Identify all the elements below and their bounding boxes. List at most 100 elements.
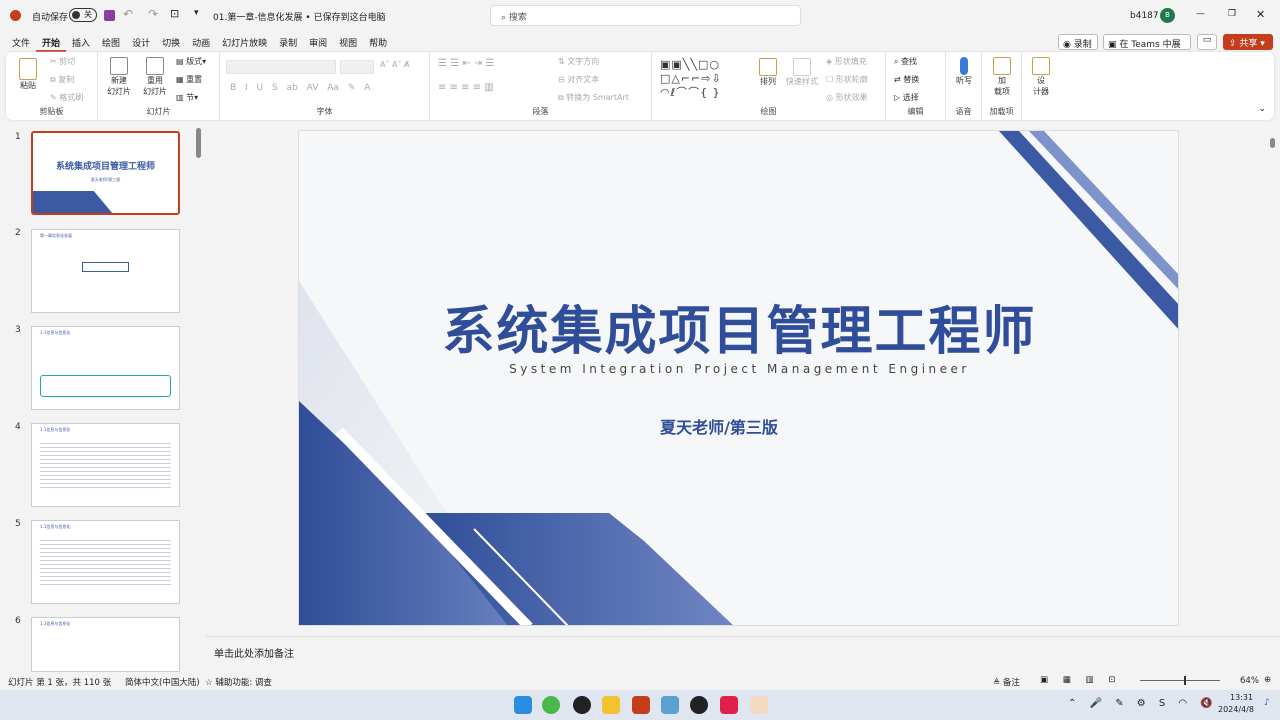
save-icon[interactable] bbox=[104, 10, 115, 21]
slide-thumbnail-2[interactable]: 第一章信息化发展 bbox=[31, 229, 180, 313]
share-button[interactable]: ⇪ 共享 ▾ bbox=[1223, 34, 1273, 50]
designer-button[interactable]: 设 计器 bbox=[1030, 57, 1052, 97]
slide-canvas[interactable]: 系统集成项目管理工程师 System Integration Project M… bbox=[298, 130, 1179, 626]
slide-title[interactable]: 系统集成项目管理工程师 bbox=[299, 289, 1178, 364]
arrange-button[interactable]: 排列 bbox=[756, 58, 780, 87]
file-explorer-icon[interactable] bbox=[602, 696, 620, 714]
powerpoint-icon[interactable] bbox=[632, 696, 650, 714]
obs-icon[interactable] bbox=[690, 696, 708, 714]
tab-view[interactable]: 视图 bbox=[333, 32, 363, 52]
notes-placeholder: 单击此处添加备注 bbox=[214, 649, 294, 660]
find-button[interactable]: ⌕ 查找 bbox=[894, 56, 917, 67]
notes-button[interactable]: ≜ 备注 bbox=[993, 676, 1020, 688]
autosave-toggle[interactable]: 关 bbox=[69, 8, 97, 22]
quick-styles-button[interactable]: 快速样式 bbox=[784, 58, 820, 87]
avatar[interactable]: B bbox=[1160, 8, 1175, 23]
copy-button[interactable]: ⧉ 复制 bbox=[50, 74, 74, 85]
thumbnail-scrollbar[interactable] bbox=[196, 128, 201, 158]
font-format-buttons[interactable]: B I U S ab AV Aa ✎ A bbox=[230, 83, 370, 93]
notes-pane[interactable]: 单击此处添加备注 bbox=[206, 636, 1280, 670]
tab-animations[interactable]: 动画 bbox=[186, 32, 216, 52]
tab-help[interactable]: 帮助 bbox=[363, 32, 393, 52]
app-v-icon[interactable] bbox=[750, 696, 768, 714]
present-in-teams-button[interactable]: ▣ 在 Teams 中展示 bbox=[1103, 34, 1191, 63]
undo-icon[interactable]: ↶ bbox=[123, 7, 133, 21]
comments-button[interactable]: ▭ bbox=[1197, 34, 1217, 50]
reset-button[interactable]: ▦ 重置 bbox=[176, 74, 202, 85]
tab-slideshow[interactable]: 幻灯片放映 bbox=[216, 32, 273, 52]
minimize-button[interactable]: — bbox=[1196, 9, 1205, 19]
align-text-button[interactable]: ⊟ 对齐文本 bbox=[558, 74, 599, 85]
tab-insert[interactable]: 插入 bbox=[66, 32, 96, 52]
autosave-label: 自动保存 bbox=[32, 13, 69, 23]
document-title[interactable]: 01.第一章-信息化发展 • 已保存到这台电脑 bbox=[213, 10, 386, 23]
redo-icon[interactable]: ↷ bbox=[148, 7, 158, 21]
font-size-select[interactable] bbox=[340, 60, 374, 74]
qq-icon[interactable] bbox=[573, 696, 591, 714]
start-icon[interactable] bbox=[514, 696, 532, 714]
zoom-slider[interactable] bbox=[1140, 676, 1220, 685]
shape-fill-button[interactable]: ◈ 形状填充 bbox=[826, 56, 867, 67]
select-button[interactable]: ▷ 选择 bbox=[894, 92, 919, 103]
restore-button[interactable]: ❐ bbox=[1228, 9, 1236, 19]
find-label: 查找 bbox=[901, 57, 918, 66]
slide-scrollbar[interactable] bbox=[1270, 130, 1276, 650]
font-size-buttons[interactable]: A˄ A˅ A̸ bbox=[380, 60, 410, 69]
addins-group-label: 加载项 bbox=[989, 107, 1014, 116]
accessibility-button[interactable]: ☆ 辅助功能: 调查 bbox=[205, 676, 272, 688]
font-name-select[interactable] bbox=[226, 60, 336, 74]
search-input[interactable]: ⌕ 搜索 bbox=[490, 5, 801, 26]
shapes-gallery[interactable]: ▣▣╲╲□○ □△⌐⌐⇨⇩ ◠ℓ⌒⌒{ } bbox=[660, 58, 748, 100]
fit-to-window-icon[interactable]: ⊕ bbox=[1264, 675, 1271, 685]
record-button[interactable]: ◉ 录制 bbox=[1058, 34, 1098, 50]
cut-button[interactable]: ✂ 剪切 bbox=[50, 56, 75, 67]
clock-date[interactable]: 2024/4/8 bbox=[1218, 705, 1254, 714]
layout-button[interactable]: ▤ 版式▾ bbox=[176, 56, 206, 67]
shape-outline-button[interactable]: ☐ 形状轮廓 bbox=[826, 74, 868, 85]
format-painter-button[interactable]: ✎ 格式刷 bbox=[50, 92, 83, 103]
slide-author[interactable]: 夏天老师/第三版 bbox=[299, 414, 1139, 438]
replace-button[interactable]: ⇄ 替换 bbox=[894, 74, 919, 85]
dictate-button[interactable]: 听写 bbox=[954, 57, 974, 86]
customize-qat-icon[interactable]: ▾ bbox=[194, 8, 199, 18]
tab-file[interactable]: 文件 bbox=[6, 32, 36, 52]
tab-review[interactable]: 审阅 bbox=[303, 32, 333, 52]
view-buttons[interactable]: ▣ ▦ ▥ ⊡ bbox=[1040, 675, 1115, 685]
smartart-button[interactable]: ⧉ 转换为 SmartArt bbox=[558, 92, 629, 103]
slide-thumbnail-6[interactable]: 1.1信息与信息化 bbox=[31, 617, 180, 672]
slide-thumbnail-3[interactable]: 1.1信息与信息化 bbox=[31, 326, 180, 410]
list-buttons[interactable]: ☰ ☰ ⇤ ⇥ ☰ bbox=[438, 58, 494, 69]
paragraph-group-label: 段落 bbox=[532, 107, 549, 116]
present-icon[interactable]: ⊡ bbox=[170, 7, 179, 20]
slide-thumbnail-4[interactable]: 1.1信息与信息化 bbox=[31, 423, 180, 507]
tab-transitions[interactable]: 切换 bbox=[156, 32, 186, 52]
text-direction-button[interactable]: ⇅ 文字方向 bbox=[558, 56, 599, 67]
app-icon[interactable] bbox=[661, 696, 679, 714]
addins-button[interactable]: 加 载项 bbox=[992, 57, 1012, 97]
tab-home[interactable]: 开始 bbox=[36, 32, 67, 52]
zoom-level[interactable]: 64% bbox=[1240, 676, 1259, 686]
tab-draw[interactable]: 绘图 bbox=[96, 32, 126, 52]
close-button[interactable]: ✕ bbox=[1256, 8, 1265, 21]
language-indicator[interactable]: 简体中文(中国大陆) bbox=[125, 676, 200, 688]
slide-subtitle[interactable]: System Integration Project Management En… bbox=[299, 362, 1178, 376]
reuse-slides-button[interactable]: 重用 幻灯片 bbox=[140, 57, 170, 97]
collapse-ribbon-icon[interactable]: ⌄ bbox=[1258, 104, 1266, 114]
slide-thumbnail-5[interactable]: 1.1信息与信息化 bbox=[31, 520, 180, 604]
notification-bell-icon[interactable]: ♪ bbox=[1264, 698, 1270, 708]
reset-label: 重置 bbox=[186, 75, 203, 84]
quick-styles-icon bbox=[793, 58, 811, 76]
search-icon: ⌕ bbox=[501, 13, 509, 23]
new-slide-button[interactable]: 新建 幻灯片 bbox=[104, 57, 134, 97]
paste-button[interactable]: 粘贴 bbox=[14, 58, 42, 91]
wechat-icon[interactable] bbox=[542, 696, 560, 714]
system-tray[interactable]: ⌃ 🎤 ✎ ⚙ S ◠ 🔇 bbox=[1068, 698, 1213, 709]
clock-time[interactable]: 13:31 bbox=[1230, 693, 1253, 702]
section-button[interactable]: ▥ 节▾ bbox=[176, 92, 198, 103]
alignment-buttons[interactable]: ≡ ≡ ≡ ≡ ▥ bbox=[438, 82, 494, 93]
shape-effects-button[interactable]: ◎ 形状效果 bbox=[826, 92, 868, 103]
tab-design[interactable]: 设计 bbox=[126, 32, 156, 52]
recorder-icon[interactable] bbox=[720, 696, 738, 714]
slide-thumbnail-1[interactable]: 系统集成项目管理工程师 夏天老师/第三版 bbox=[31, 131, 180, 215]
tab-record[interactable]: 录制 bbox=[273, 32, 303, 52]
